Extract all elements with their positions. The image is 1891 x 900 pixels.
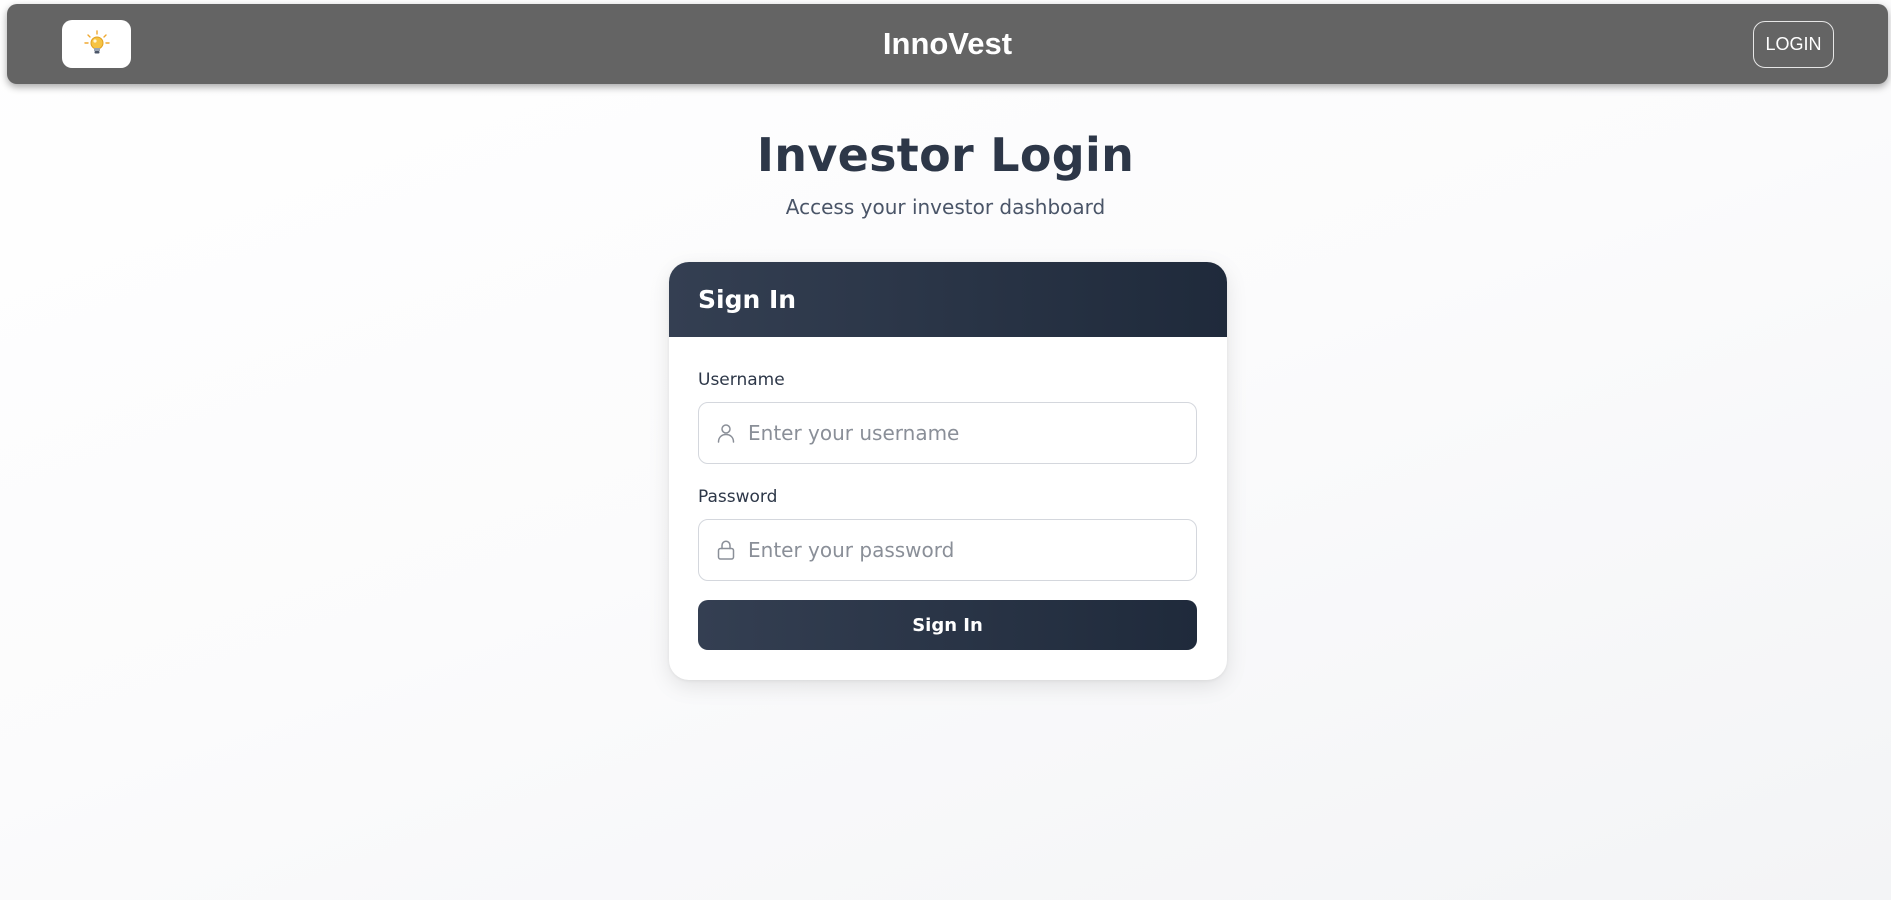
top-navbar: InnoVest LOGIN [7, 4, 1888, 84]
login-button[interactable]: LOGIN [1753, 21, 1834, 68]
password-input[interactable] [748, 520, 1196, 580]
card-header-title: Sign In [698, 285, 797, 314]
password-label: Password [698, 487, 778, 507]
brand-name: InnoVest [882, 26, 1013, 61]
lightbulb-icon [83, 30, 110, 54]
card-header: Sign In [669, 262, 1227, 337]
username-field-wrapper[interactable] [698, 402, 1197, 464]
username-label: Username [698, 370, 785, 390]
logo[interactable] [62, 20, 131, 68]
password-field-wrapper[interactable] [698, 519, 1197, 581]
page-subtitle: Access your investor dashboard [785, 195, 1106, 219]
user-icon [715, 422, 737, 444]
sign-in-button[interactable]: Sign In [698, 600, 1197, 650]
username-input[interactable] [748, 403, 1196, 463]
sign-in-card: Sign In Username Password Sign In [669, 262, 1227, 680]
page-title: Investor Login [756, 128, 1135, 182]
lock-icon [715, 539, 737, 561]
